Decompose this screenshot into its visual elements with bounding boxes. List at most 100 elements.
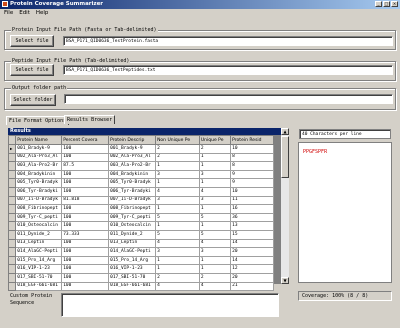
table-cell[interactable]: 1	[155, 221, 200, 231]
table-cell[interactable]: 011_Dynide_2	[15, 229, 63, 240]
table-cell[interactable]: 1	[155, 204, 200, 214]
table-cell[interactable]: 006_Tyr-Bradyki	[15, 186, 63, 197]
output-folder-path-input[interactable]	[64, 94, 393, 104]
column-header[interactable]: Protein Resid	[230, 135, 274, 145]
column-header[interactable]: Non Unique Pe	[155, 135, 200, 145]
table-row[interactable]: 007_Ii-D-Bradyk 81.818 007_Ii-D-Bradyk 3 3 11	[7, 195, 274, 206]
row-header[interactable]	[7, 152, 17, 163]
table-cell[interactable]: 16	[230, 204, 274, 214]
table-cell[interactable]: 5	[155, 229, 200, 240]
table-cell[interactable]: 2	[155, 144, 200, 154]
row-header[interactable]	[7, 186, 17, 197]
table-cell[interactable]: 5	[198, 212, 232, 223]
table-cell[interactable]: 016_VIP-1-23	[15, 264, 63, 274]
table-cell[interactable]: 100	[61, 144, 110, 154]
table-cell[interactable]: 002_Ala-Pro3_Al	[15, 152, 63, 163]
table-cell[interactable]: 14	[230, 238, 274, 249]
table-row[interactable]: 003_Ala-Pro2-Br 87.5 003_Ala-Pro2-Br 1 1 8	[7, 161, 274, 171]
characters-per-line-select[interactable]: 40 Characters per line	[299, 129, 391, 139]
table-cell[interactable]: 5	[155, 212, 200, 223]
table-cell[interactable]: 1	[198, 152, 232, 163]
table-cell[interactable]: 015_Pro_14_Arg	[15, 255, 63, 266]
table-cell[interactable]: 003_Ala-Pro2-Br	[108, 161, 157, 171]
table-cell[interactable]: 008_Fibrinopept	[108, 204, 157, 214]
table-cell[interactable]: 14	[230, 255, 274, 266]
table-cell[interactable]: 1	[155, 264, 200, 274]
table-cell[interactable]: 014_AlaGC-Pepti	[15, 247, 63, 257]
table-cell[interactable]: 006_Tyr-Bradyki	[108, 186, 157, 197]
table-cell[interactable]: 81.818	[61, 195, 110, 206]
column-header[interactable]: Protein Name	[15, 135, 63, 145]
select-output-folder-button[interactable]: Select folder	[10, 94, 56, 106]
table-row[interactable]: 010_Osteocalcin 100 010_Osteocalcin 1 1 13	[7, 221, 274, 231]
table-cell[interactable]: 004_Bradykinin	[108, 169, 157, 180]
column-header[interactable]: Percent Covera	[61, 135, 110, 145]
results-scrollbar[interactable]: ▲ ▼	[281, 128, 289, 284]
table-cell[interactable]: 009_Tyr-C_pepti	[108, 212, 157, 223]
row-header[interactable]	[7, 247, 17, 257]
table-cell[interactable]: 100	[61, 272, 110, 283]
table-row[interactable]: 013_Leptin 100 013_Leptin 4 4 14	[7, 238, 274, 249]
menu-file[interactable]: File	[4, 9, 13, 17]
row-header[interactable]	[7, 178, 17, 188]
table-cell[interactable]: 008_Fibrinopept	[15, 204, 63, 214]
row-header[interactable]	[7, 161, 17, 171]
table-cell[interactable]: 005_Tyr0-Bradyk	[108, 178, 157, 188]
table-row[interactable]: 015_Pro_14_Arg 100 015_Pro_14_Arg 1 1 14	[7, 255, 274, 266]
table-cell[interactable]: 018_EGF-661-681	[108, 281, 157, 292]
peptide-file-path-input[interactable]: BSA_P171_QID0636_TestPeptides.txt	[63, 65, 393, 75]
table-row[interactable]: 014_AlaGC-Pepti 100 014_AlaGC-Pepti 3 3 20	[7, 247, 274, 257]
table-cell[interactable]: 10	[230, 186, 274, 197]
table-cell[interactable]: 2	[198, 272, 232, 283]
table-cell[interactable]: 007_Ii-D-Bradyk	[108, 195, 157, 206]
table-cell[interactable]: 013_Leptin	[15, 238, 63, 249]
table-cell[interactable]: 3	[198, 195, 232, 206]
maximize-icon[interactable]: □	[383, 1, 390, 7]
table-row[interactable]: 017_SBI-51-70 100 017_SBI-51-70 2 2 20	[7, 272, 274, 283]
table-cell[interactable]: 005_Tyr0-Bradyk	[15, 178, 63, 188]
row-header[interactable]	[7, 264, 17, 274]
table-cell[interactable]: 8	[230, 152, 274, 163]
table-cell[interactable]: 10	[230, 144, 274, 154]
table-cell[interactable]: 21	[230, 281, 274, 292]
table-row[interactable]: 018_EGF-661-681 100 018_EGF-661-681 4 4 21	[7, 281, 274, 292]
table-cell[interactable]: 100	[61, 212, 110, 223]
table-cell[interactable]: 100	[61, 169, 110, 180]
table-cell[interactable]: 017_SBI-51-70	[108, 272, 157, 283]
table-cell[interactable]: 4	[155, 281, 200, 292]
table-cell[interactable]: 100	[61, 281, 110, 292]
table-cell[interactable]: 36	[230, 212, 274, 223]
table-cell[interactable]: 73.333	[61, 229, 110, 240]
select-protein-file-button[interactable]: Select file	[10, 35, 54, 47]
table-cell[interactable]: 3	[198, 247, 232, 257]
scroll-down-icon[interactable]: ▼	[281, 277, 289, 284]
table-cell[interactable]: 001_Bradyk-9	[108, 144, 157, 154]
row-header[interactable]	[7, 204, 17, 214]
table-row[interactable]: 016_VIP-1-23 100 016_VIP-1-23 1 1 12	[7, 264, 274, 274]
table-cell[interactable]: 4	[155, 238, 200, 249]
table-row[interactable]: 002_Ala-Pro3_Al 100 002_Ala-Pro3_Al 2 1 8	[7, 152, 274, 163]
table-cell[interactable]: 9	[230, 178, 274, 188]
table-cell[interactable]: 016_VIP-1-23	[108, 264, 157, 274]
table-cell[interactable]: 1	[155, 178, 200, 188]
table-cell[interactable]: 100	[61, 221, 110, 231]
table-cell[interactable]: 003_Ala-Pro2-Br	[15, 161, 63, 171]
table-cell[interactable]: 1	[198, 221, 232, 231]
scroll-thumb[interactable]	[281, 136, 289, 178]
menu-help[interactable]: Help	[36, 9, 49, 17]
menu-edit[interactable]: Edit	[19, 9, 30, 17]
row-header[interactable]	[7, 255, 17, 266]
table-cell[interactable]: 100	[61, 238, 110, 249]
table-cell[interactable]: 002_Ala-Pro3_Al	[108, 152, 157, 163]
table-cell[interactable]: 2	[155, 152, 200, 163]
table-row[interactable]: 006_Tyr-Bradyki 100 006_Tyr-Bradyki 4 4 10	[7, 186, 274, 197]
table-cell[interactable]: 20	[230, 247, 274, 257]
select-peptide-file-button[interactable]: Select file	[10, 64, 54, 76]
table-row[interactable]: 011_Dynide_2 73.333 011_Dynide_2 5 5 15	[7, 229, 274, 240]
table-cell[interactable]: 20	[230, 272, 274, 283]
table-cell[interactable]: 009_Tyr-C_pepti	[15, 212, 63, 223]
row-header[interactable]	[7, 281, 17, 292]
row-selector-icon[interactable]: ▶	[7, 144, 17, 154]
table-row[interactable]: 005_Tyr0-Bradyk 100 005_Tyr0-Bradyk 1 1 9	[7, 178, 274, 188]
row-header[interactable]	[7, 229, 17, 240]
